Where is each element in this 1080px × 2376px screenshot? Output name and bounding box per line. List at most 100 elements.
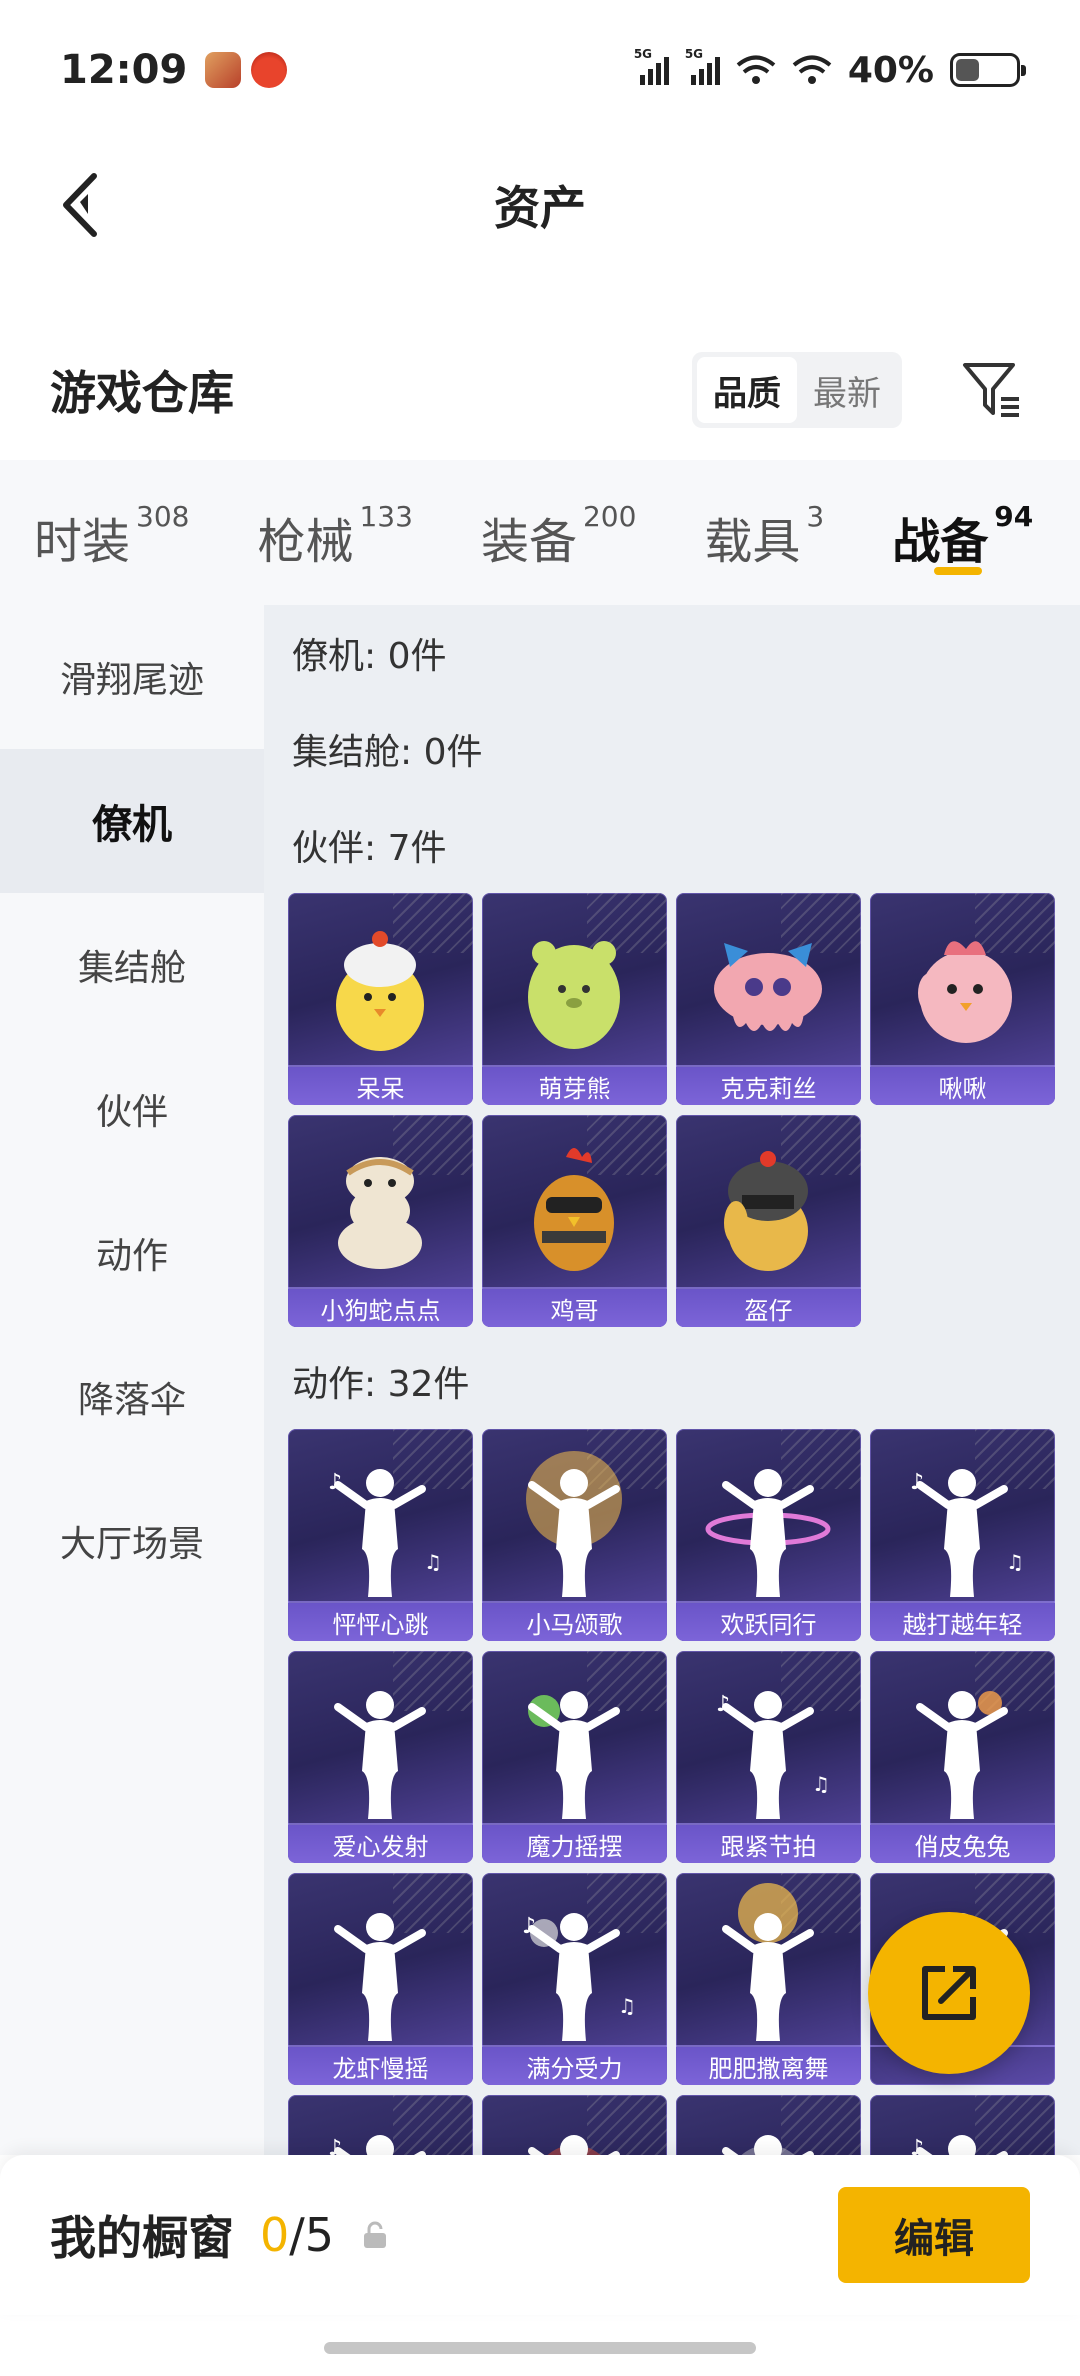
sidebar-item-companion[interactable]: 伙伴 (0, 1037, 264, 1181)
companion-card[interactable]: 克克莉丝 (676, 893, 861, 1105)
emote-artwork (916, 1691, 1008, 1819)
svg-text:♫: ♫ (618, 1994, 636, 2018)
section-title-assembly-pod: 集结舱: 0件 (292, 732, 483, 773)
companion-artwork (338, 1157, 422, 1269)
emote-artwork: ♪♫ (328, 1469, 442, 1597)
notification-icons (205, 52, 288, 88)
emote-card[interactable]: 龙虾慢摇 (288, 1873, 473, 2085)
companion-artwork (528, 941, 620, 1049)
emote-card[interactable]: 欢跃同行 (676, 1429, 861, 1641)
companion-card[interactable]: 鸡哥 (482, 1115, 667, 1327)
card-label: 盔仔 (676, 1289, 861, 1327)
emote-artwork (528, 2135, 620, 2155)
svg-text:♪: ♪ (910, 1470, 924, 1495)
emote-card[interactable]: ♪ ♫ 越打越年轻 (870, 1429, 1055, 1641)
tab-vehicles[interactable]: 载具 3 (704, 460, 824, 605)
card-label: 越打越年轻 (870, 1603, 1055, 1641)
edit-button[interactable]: 编辑 (838, 2187, 1030, 2283)
sidebar-item-assembly-pod[interactable]: 集结舱 (0, 893, 264, 1037)
section-title-emote: 动作: 32件 (292, 1364, 470, 1405)
emote-card[interactable]: 俏皮兔兔 (870, 1651, 1055, 1863)
emote-card[interactable]: ♪ ♫ 满分受力 (482, 1873, 667, 2085)
companion-card[interactable]: 小狗蛇点点 (288, 1115, 473, 1327)
tab-fashion[interactable]: 时装 308 (34, 460, 189, 605)
home-indicator (324, 2342, 756, 2354)
emote-artwork (705, 1469, 831, 1597)
svg-text:♫: ♫ (424, 1550, 442, 1574)
emote-card[interactable]: ♪♫ (288, 2095, 473, 2155)
companion-card[interactable]: 盔仔 (676, 1115, 861, 1327)
page-title: 资产 (494, 181, 586, 235)
card-label: 魔力摇摆 (482, 1825, 667, 1863)
share-button[interactable] (868, 1912, 1030, 2074)
emote-artwork: ♪♫ (910, 2135, 1008, 2155)
sort-newest-option[interactable]: 最新 (797, 357, 897, 423)
card-label: 俏皮兔兔 (870, 1825, 1055, 1863)
card-label: 跟紧节拍 (676, 1825, 861, 1863)
companion-grid: 呆呆 萌芽熊 克克莉丝 啾啾小狗蛇点点 鸡哥 盔仔 (288, 893, 1056, 1327)
emote-card[interactable]: 肥肥撒离舞 (676, 1873, 861, 2085)
emote-artwork: ♪♫ (716, 1691, 830, 1819)
emote-card[interactable]: 爱心发射 (288, 1651, 473, 1863)
tab-guns[interactable]: 枪械 133 (257, 460, 412, 605)
sidebar: 滑翔尾迹 僚机 集结舱 伙伴 动作 降落伞 大厅场景 (0, 605, 264, 2155)
emote-artwork (334, 1913, 426, 2041)
chevron-left-icon (63, 173, 97, 237)
svg-text:♪: ♪ (328, 1470, 342, 1495)
tab-equipment[interactable]: 装备 200 (481, 460, 636, 605)
showcase-label: 我的橱窗 (50, 2211, 234, 2265)
card-label: 欢跃同行 (676, 1603, 861, 1641)
category-tabs: 时装 308 枪械 133 装备 200 载具 3 战备 94 (0, 460, 1080, 605)
card-label: 满分受力 (482, 2047, 667, 2085)
emote-card[interactable]: 小马颂歌 (482, 1429, 667, 1641)
companion-artwork (336, 931, 424, 1051)
emote-card[interactable]: ♪♫ (870, 2095, 1055, 2155)
companion-artwork (918, 941, 1012, 1043)
svg-text:♫: ♫ (812, 1772, 830, 1796)
sort-quality-option[interactable]: 品质 (697, 357, 797, 423)
card-label: 小狗蛇点点 (288, 1289, 473, 1327)
emote-card[interactable]: ♪ ♫ 怦怦心跳 (288, 1429, 473, 1641)
filter-button[interactable] (954, 352, 1030, 428)
emote-artwork (528, 1691, 620, 1819)
emote-card[interactable]: ♪ ♫ 跟紧节拍 (676, 1651, 861, 1863)
emote-card[interactable] (482, 2095, 667, 2155)
card-label: 萌芽熊 (482, 1067, 667, 1105)
companion-card[interactable]: 萌芽熊 (482, 893, 667, 1105)
emote-artwork (526, 1451, 622, 1597)
companion-card[interactable]: 呆呆 (288, 893, 473, 1105)
red-app-icon (251, 52, 288, 88)
emote-card[interactable]: 魔力摇摆 (482, 1651, 667, 1863)
companion-artwork (534, 1148, 614, 1271)
card-label: 爱心发射 (288, 1825, 473, 1863)
companion-artwork (724, 1151, 808, 1271)
emote-card[interactable] (676, 2095, 861, 2155)
card-label: 龙虾慢摇 (288, 2047, 473, 2085)
signal-icon: 5G (685, 47, 720, 85)
sidebar-item-parachute[interactable]: 降落伞 (0, 1325, 264, 1469)
tab-combat-gear[interactable]: 战备 94 (892, 460, 1033, 605)
active-tab-indicator (934, 567, 983, 575)
back-button[interactable] (40, 165, 120, 245)
section-title-companion: 伙伴: 7件 (292, 828, 447, 869)
filter-icon (963, 363, 1019, 417)
companion-card[interactable]: 啾啾 (870, 893, 1055, 1105)
card-label: 呆呆 (288, 1067, 473, 1105)
sort-toggle: 品质 最新 (692, 352, 902, 428)
card-label: 鸡哥 (482, 1289, 667, 1327)
sidebar-item-emote[interactable]: 动作 (0, 1181, 264, 1325)
sidebar-item-wingman[interactable]: 僚机 (0, 749, 264, 893)
section-title-wingman: 僚机: 0件 (292, 636, 447, 677)
card-label: 怦怦心跳 (288, 1603, 473, 1641)
sidebar-item-lobby-scene[interactable]: 大厅场景 (0, 1469, 264, 1613)
emote-artwork (334, 1691, 426, 1819)
game-app-icon (205, 52, 242, 88)
emote-artwork (722, 1883, 814, 2041)
emote-artwork: ♪♫ (328, 2135, 426, 2155)
svg-text:♪: ♪ (522, 1914, 536, 1939)
sidebar-item-glide-trail[interactable]: 滑翔尾迹 (0, 605, 264, 749)
svg-text:♫: ♫ (1006, 1550, 1024, 1574)
svg-text:♪: ♪ (910, 2136, 924, 2155)
status-bar: 12:09 5G 5G 40% (0, 0, 1080, 140)
emote-artwork (722, 2135, 814, 2155)
